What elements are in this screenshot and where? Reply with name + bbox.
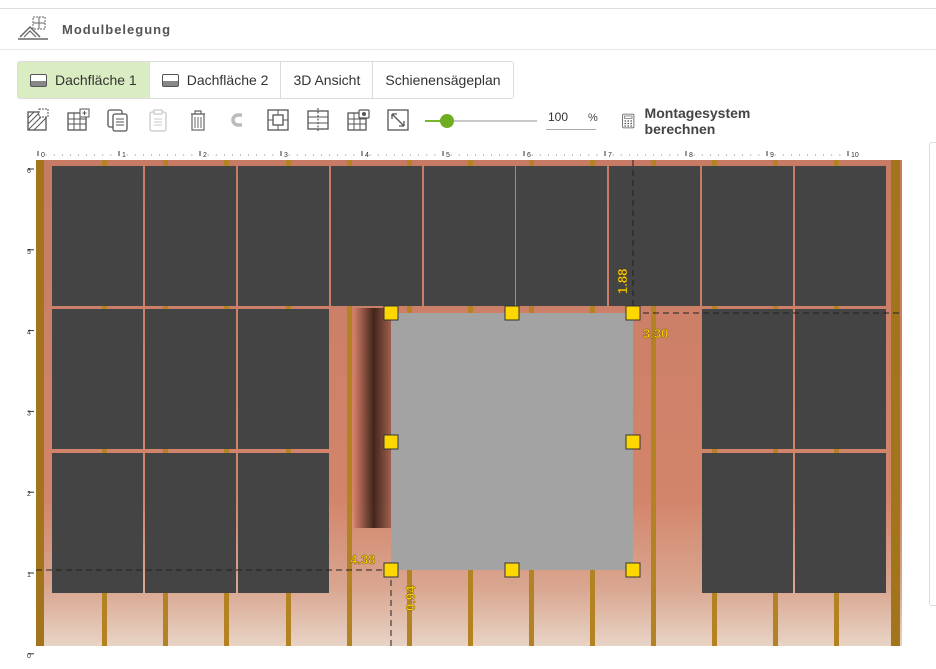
center-icon (267, 109, 289, 131)
resize-handle[interactable] (383, 562, 399, 578)
ruler-x-label: 2 (203, 152, 207, 159)
tab-label: Dachfläche 1 (55, 72, 137, 88)
ruler-x-label: 3 (284, 152, 288, 159)
resize-handle[interactable] (504, 562, 520, 578)
pv-module[interactable] (702, 453, 793, 593)
roof-surface-icon (30, 73, 47, 87)
pv-module[interactable] (145, 166, 236, 306)
ruler-x-label: 9 (770, 152, 774, 159)
roof-grid-icon (18, 16, 48, 40)
ruler-y-label: 5 (27, 249, 31, 256)
grid-camera-icon (347, 109, 370, 131)
magnet-icon (231, 113, 245, 127)
resize-handle[interactable] (625, 434, 641, 450)
pv-module[interactable] (795, 166, 886, 306)
fullscreen-icon (387, 109, 409, 131)
tab-dachflaeche-1[interactable]: Dachfläche 1 (18, 62, 150, 98)
split-vertical-button[interactable] (306, 108, 330, 134)
dim-label-bottom: 0.94 (403, 585, 418, 611)
ruler-y-label: 4 (27, 330, 31, 337)
pv-module[interactable] (145, 309, 236, 449)
ruler-y-label: 1 (27, 572, 31, 579)
page-title: Modulbelegung (62, 22, 172, 37)
ruler-x-label: 7 (608, 152, 612, 159)
ruler-y: 6 5 4 3 2 1 0 (27, 168, 34, 660)
trash-icon (191, 110, 205, 131)
zoom-slider[interactable] (425, 108, 539, 134)
pv-module[interactable] (795, 453, 886, 593)
ruler-x: 0 1 2 3 4 5 6 7 8 9 10 (37, 151, 859, 159)
slider-handle[interactable] (440, 114, 455, 128)
pv-module[interactable] (516, 166, 607, 306)
center-button[interactable] (266, 108, 290, 134)
fullscreen-button[interactable] (386, 108, 410, 134)
pv-module[interactable] (238, 453, 329, 593)
roof-edge-left (36, 160, 44, 646)
pv-module[interactable] (331, 166, 422, 306)
diagonal-select-button[interactable] (26, 108, 50, 134)
delete-button[interactable] (186, 108, 210, 134)
ruler-x-label: 4 (365, 152, 369, 159)
side-panel[interactable] (929, 142, 936, 606)
tab-dachflaeche-2[interactable]: Dachfläche 2 (150, 62, 282, 98)
tab-3d-ansicht[interactable]: 3D Ansicht (281, 62, 374, 98)
diagonal-select-icon (27, 108, 49, 131)
obstacle-area[interactable] (391, 313, 633, 570)
tab-label: 3D Ansicht (293, 72, 361, 88)
pv-module[interactable] (702, 309, 793, 449)
split-vertical-icon (307, 108, 329, 132)
tab-bar: Dachfläche 1 Dachfläche 2 3D Ansicht Sch… (17, 61, 514, 99)
tab-label: Dachfläche 2 (186, 72, 269, 88)
ruler-x-label: 5 (446, 152, 450, 159)
grid-add-icon (67, 108, 90, 131)
resize-handle[interactable] (504, 305, 520, 321)
roof-editor-canvas[interactable]: 0 1 2 3 4 5 6 7 8 9 10 6543210 1.88 3.30 4.38 0.94 (0, 140, 930, 669)
copy-button[interactable] (106, 108, 130, 134)
pv-module[interactable] (52, 309, 143, 449)
ruler-x-label: 8 (689, 152, 693, 159)
ruler-y-label: 3 (27, 410, 31, 417)
pv-module[interactable] (238, 166, 329, 306)
pv-module[interactable] (52, 453, 143, 593)
ruler-x-label: 10 (851, 152, 859, 159)
copy-icon (107, 109, 128, 132)
roof-edge-right (891, 160, 900, 646)
ruler-x-label: 6 (527, 152, 531, 159)
tab-schienensaegeplan[interactable]: Schienensägeplan (373, 62, 512, 98)
modulbelegung-page: Modulbelegung Dachfläche 1 Dachfläche 2 … (0, 0, 936, 669)
ruler-x-label: 0 (41, 152, 45, 159)
pv-module[interactable] (238, 309, 329, 449)
pv-module[interactable] (702, 166, 793, 306)
resize-handle[interactable] (383, 305, 399, 321)
dim-label-right: 3.30 (643, 326, 668, 341)
resize-handle[interactable] (625, 562, 641, 578)
roof-surface-icon (161, 73, 179, 87)
pv-module[interactable] (145, 453, 236, 593)
dim-label-left: 4.38 (350, 552, 375, 567)
paste-icon (149, 109, 167, 132)
grid-add-button[interactable] (66, 108, 90, 134)
grid-camera-button[interactable] (346, 108, 370, 134)
calc-label: Montagesystem berechnen (644, 105, 751, 137)
ruler-y-label: 0 (27, 653, 31, 660)
paste-button[interactable] (146, 108, 170, 134)
ruler-x-label: 1 (122, 152, 126, 159)
pv-module[interactable] (52, 166, 143, 306)
resize-handle[interactable] (625, 305, 641, 321)
pv-module[interactable] (795, 309, 886, 449)
resize-handle[interactable] (383, 434, 399, 450)
magnet-button[interactable] (226, 108, 250, 134)
ruler-y-label: 2 (27, 491, 31, 498)
dim-label-top: 1.88 (615, 269, 630, 294)
ruler-y-label: 6 (27, 168, 31, 175)
pv-module[interactable] (424, 166, 515, 306)
tab-label: Schienensägeplan (385, 72, 501, 88)
zoom-unit-label: % (588, 112, 598, 124)
header-bar: Modulbelegung (0, 8, 936, 50)
calculator-icon (622, 113, 635, 129)
montagesystem-berechnen-button[interactable]: Montagesystem berechnen (622, 105, 758, 137)
